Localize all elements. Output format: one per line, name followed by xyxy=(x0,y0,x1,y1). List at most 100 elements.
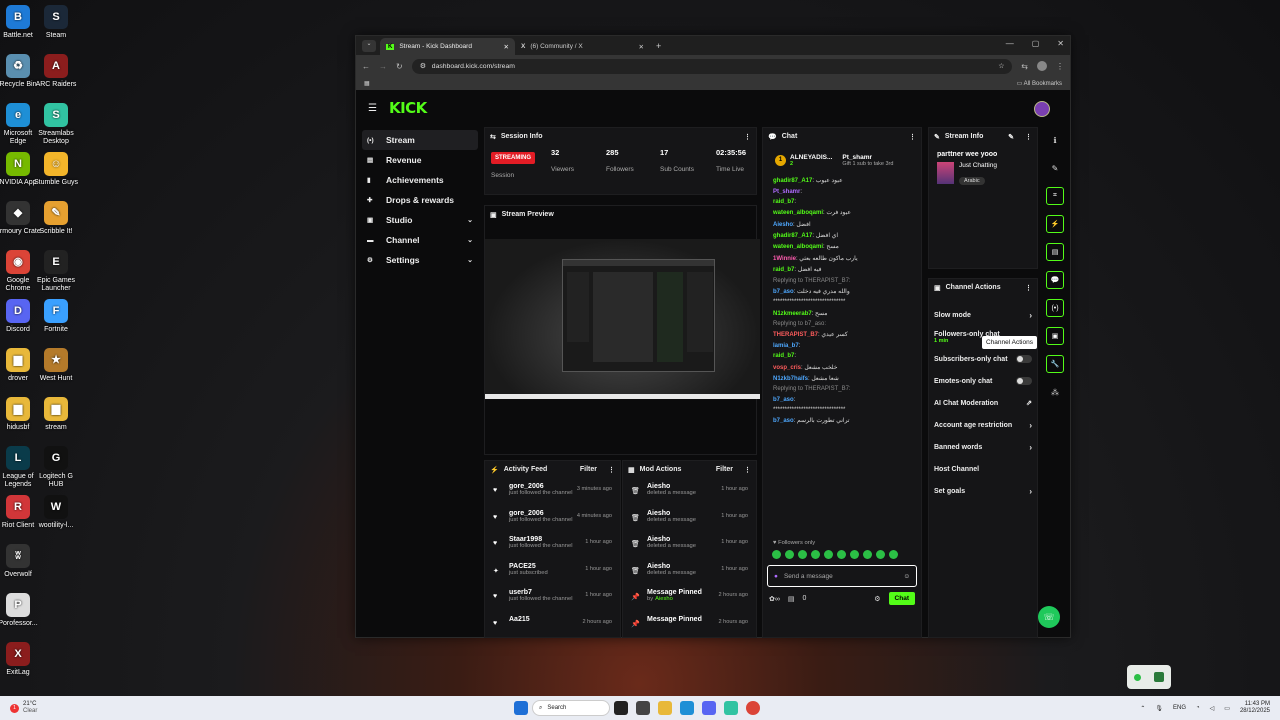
more-icon[interactable]: ⋮ xyxy=(909,133,916,141)
clock[interactable]: 11:43 PM 28/12/2025 xyxy=(1240,701,1270,715)
forward-icon[interactable]: → xyxy=(379,62,387,71)
file-explorer-icon[interactable] xyxy=(658,701,672,715)
floating-widget[interactable] xyxy=(1127,665,1171,689)
more-icon[interactable]: ⋮ xyxy=(1025,284,1032,292)
stream-preview-video[interactable] xyxy=(485,239,760,399)
chat-username[interactable]: wateen_alboqami xyxy=(773,244,823,250)
back-icon[interactable]: ← xyxy=(362,62,370,71)
document-icon[interactable]: ▤ xyxy=(1046,243,1064,261)
sidebar-item-studio[interactable]: ▣ Studio ⌄ xyxy=(362,210,478,230)
channel-action-ai-chat-moderation[interactable]: AI Chat Moderation ⇗ xyxy=(929,392,1037,414)
edge-icon[interactable] xyxy=(680,701,694,715)
filter-button[interactable]: Filter xyxy=(716,466,733,473)
all-bookmarks[interactable]: ▭ All Bookmarks xyxy=(1017,80,1062,87)
sidebar-item-channel[interactable]: ▬ Channel ⌄ xyxy=(362,230,478,250)
channel-action-subscribers-only-chat[interactable]: Subscribers-only chat xyxy=(929,348,1037,370)
channel-action-emotes-only-chat[interactable]: Emotes-only chat xyxy=(929,370,1037,392)
chat-username[interactable]: ghadir87_A17 xyxy=(773,233,812,239)
emote-icon[interactable] xyxy=(772,550,781,559)
chevron-up-icon[interactable]: ⌃ xyxy=(1140,705,1145,712)
inventory-icon[interactable]: ▤ xyxy=(788,595,795,603)
channel-action-set-goals[interactable]: Set goals › xyxy=(929,480,1037,502)
broadcast-icon[interactable]: (•) xyxy=(1046,299,1064,317)
pinned-bar[interactable]: 1 ALNEYADIS... 2 Pt_shamr Gift 1 sub to … xyxy=(763,145,921,175)
task-view-icon[interactable] xyxy=(636,701,650,715)
tab-community-x[interactable]: X (6) Community / X ✕ xyxy=(515,38,650,55)
discord-icon[interactable] xyxy=(702,701,716,715)
emote-icon[interactable] xyxy=(837,550,846,559)
info-icon[interactable]: ℹ xyxy=(1046,131,1064,149)
chat-username[interactable]: b7_aso xyxy=(773,397,794,403)
emote-icon[interactable] xyxy=(798,550,807,559)
more-icon[interactable]: ⋮ xyxy=(744,466,751,474)
edit-icon[interactable]: ✎ xyxy=(1046,159,1064,177)
desktop-icon[interactable]: ▆ stream xyxy=(33,397,79,432)
more-icon[interactable]: ⋮ xyxy=(608,466,615,474)
chat-username[interactable]: wateen_alboqami xyxy=(773,210,823,216)
start-icon[interactable] xyxy=(514,701,528,715)
tab-search-icon[interactable]: ⌄ xyxy=(362,40,376,52)
clip-icon[interactable]: ⌗ xyxy=(1046,187,1064,205)
emote-icon[interactable] xyxy=(824,550,833,559)
channel-actions-icon[interactable]: ▣ xyxy=(1046,327,1064,345)
chrome-icon[interactable] xyxy=(746,701,760,715)
desktop-icon[interactable]: ʬ Overwolf xyxy=(0,544,41,579)
bookmark-star-icon[interactable]: ☆ xyxy=(998,62,1004,70)
search-box[interactable]: ⌕ Search xyxy=(532,700,610,716)
channel-action-slow-mode[interactable]: Slow mode › xyxy=(929,304,1037,326)
chat-username[interactable]: vosp_cris xyxy=(773,365,801,371)
weather-widget[interactable]: 1 21°C Clear xyxy=(0,701,120,714)
chat-username[interactable]: N1zkmeerab7 xyxy=(773,311,812,317)
sidebar-item-stream[interactable]: (•) Stream xyxy=(362,130,478,150)
desktop-icon[interactable]: A ARC Raiders xyxy=(33,54,79,89)
wrench-icon[interactable]: 🔧 xyxy=(1046,355,1064,373)
streamlabs-icon[interactable] xyxy=(724,701,738,715)
close-icon[interactable]: ✕ xyxy=(504,43,509,51)
desktop-icon[interactable]: ☺ Stumble Guys xyxy=(33,152,79,187)
profile-icon[interactable] xyxy=(1037,61,1047,71)
chat-username[interactable]: 1Winnie xyxy=(773,256,796,262)
wifi-icon[interactable]: ◔ xyxy=(1196,705,1200,711)
settings-icon[interactable]: ⚙ xyxy=(874,595,880,603)
emoji-icon[interactable]: ☺ xyxy=(903,573,910,580)
emote-icon[interactable] xyxy=(876,550,885,559)
chat-username[interactable]: raid_b7 xyxy=(773,267,794,273)
emote-icon[interactable] xyxy=(850,550,859,559)
emote-icon[interactable] xyxy=(811,550,820,559)
chat-input[interactable]: ● Send a message ☺ xyxy=(767,565,917,587)
chat-username[interactable]: lamia_b7 xyxy=(773,343,799,349)
kick-logo[interactable]: KICK xyxy=(389,99,427,117)
sidebar-item-revenue[interactable]: ▤ Revenue xyxy=(362,150,478,170)
desktop-icon[interactable]: F Fortnite xyxy=(33,299,79,334)
menu-icon[interactable]: ⋮ xyxy=(1056,62,1064,71)
desktop-icon[interactable]: ✎ Scribble It! xyxy=(33,201,79,236)
widgets-icon[interactable] xyxy=(614,701,628,715)
new-tab-button[interactable]: + xyxy=(650,41,667,55)
apps-icon[interactable]: ▦ xyxy=(364,80,370,87)
desktop-icon[interactable]: P Porofessor... xyxy=(0,593,41,628)
emote-icon[interactable] xyxy=(785,550,794,559)
volume-icon[interactable]: ◁ xyxy=(1210,705,1215,712)
chat-send-button[interactable]: Chat xyxy=(888,592,915,605)
chat-icon[interactable]: 💬 xyxy=(1046,271,1064,289)
channel-action-account-age-restriction[interactable]: Account age restriction › xyxy=(929,414,1037,436)
sidebar-item-achievements[interactable]: ▮ Achievements xyxy=(362,170,478,190)
close-window-icon[interactable]: ✕ xyxy=(1057,39,1064,48)
maximize-icon[interactable]: ▢ xyxy=(1032,39,1040,48)
chat-username[interactable]: ghadir87_A17 xyxy=(773,178,812,184)
desktop-icon[interactable]: Wwootility-l... xyxy=(33,495,79,530)
sidebar-item-drops-rewards[interactable]: ✚ Drops & rewards xyxy=(362,190,478,210)
mic-icon[interactable]: 🎙 xyxy=(1155,705,1163,712)
gift-icon[interactable]: ✿∞ xyxy=(769,595,780,603)
desktop-icon[interactable]: S Streamlabs Desktop xyxy=(33,103,79,146)
chat-username[interactable]: Aiesho xyxy=(773,222,793,228)
close-icon[interactable]: ✕ xyxy=(639,43,644,51)
lightning-icon[interactable]: ⚡ xyxy=(1046,215,1064,233)
reload-icon[interactable]: ↻ xyxy=(396,62,403,71)
desktop-icon[interactable]: X ExitLag xyxy=(0,642,41,677)
desktop-icon[interactable]: S Steam xyxy=(33,5,79,40)
desktop-icon[interactable]: G Logitech G HUB xyxy=(33,446,79,489)
emote-icon[interactable] xyxy=(863,550,872,559)
desktop-icon[interactable]: ★ West Hunt xyxy=(33,348,79,383)
chat-username[interactable]: raid_b7 xyxy=(773,353,794,359)
